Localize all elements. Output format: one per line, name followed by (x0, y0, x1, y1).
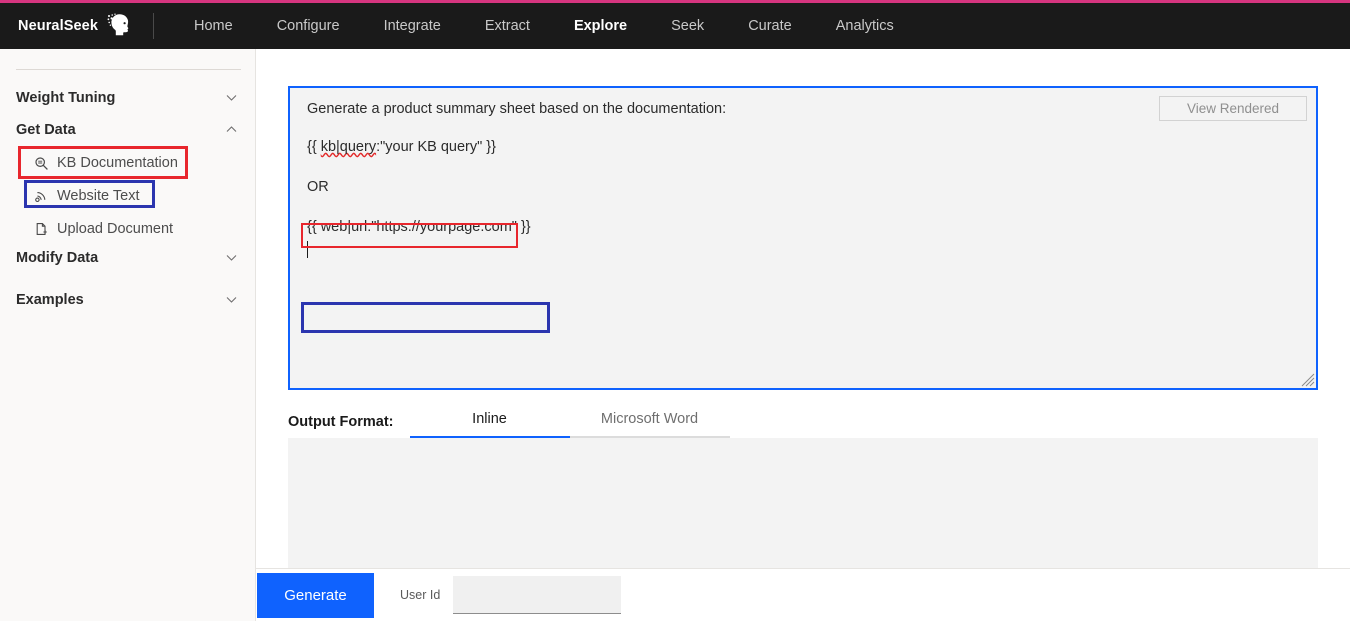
brand-logo-group[interactable]: NeuralSeek (18, 3, 133, 49)
nav-link-analytics[interactable]: Analytics (814, 3, 916, 49)
text-caret (307, 241, 308, 258)
sidebar-group-modify-data[interactable]: Modify Data (0, 242, 255, 274)
nav-link-curate[interactable]: Curate (726, 3, 814, 49)
sidebar-group-label: Weight Tuning (16, 90, 116, 106)
sidebar: Weight Tuning Get Data KB Documentation (0, 49, 256, 621)
document-upload-icon (32, 220, 50, 238)
editor-or-text: OR (307, 179, 329, 195)
sidebar-group-label: Get Data (16, 122, 76, 138)
nav-link-extract[interactable]: Extract (463, 3, 552, 49)
kb-search-icon (32, 154, 50, 172)
resize-handle-icon[interactable] (1301, 373, 1315, 387)
nav-link-integrate[interactable]: Integrate (362, 3, 463, 49)
main-content: Generate a product summary sheet based o… (256, 49, 1350, 621)
chevron-down-icon (226, 294, 237, 305)
view-rendered-button[interactable]: View Rendered (1159, 96, 1307, 121)
sidebar-group-label: Examples (16, 292, 84, 308)
navbar-divider (153, 13, 154, 39)
sidebar-item-upload-document[interactable]: Upload Document (0, 216, 173, 242)
brand-name: NeuralSeek (18, 18, 98, 34)
kb-snippet-suffix: :"your KB query" }} (376, 139, 496, 155)
tab-inline[interactable]: Inline (409, 411, 570, 439)
chevron-down-icon (226, 92, 237, 103)
output-format-label: Output Format: (288, 414, 394, 430)
nav-link-seek[interactable]: Seek (649, 3, 726, 49)
navbar-links: Home Configure Integrate Extract Explore… (172, 3, 916, 49)
sidebar-top-divider (16, 69, 241, 70)
editor-kb-snippet: {{ kb|query:"your KB query" }} (307, 139, 496, 155)
top-navbar: NeuralSeek Home Configure Integrate Extr… (0, 3, 1350, 49)
nav-link-home[interactable]: Home (172, 3, 255, 49)
user-id-label: User Id (400, 588, 441, 602)
tab-microsoft-word[interactable]: Microsoft Word (569, 411, 730, 439)
output-panel (288, 438, 1318, 568)
rss-antenna-icon (32, 187, 50, 205)
bottom-action-bar: Generate User Id (256, 568, 1350, 621)
output-format-tabs: Inline Microsoft Word (409, 411, 730, 439)
chevron-down-icon (226, 252, 237, 263)
kb-snippet-prefix: {{ (307, 139, 321, 155)
sidebar-item-kb-documentation[interactable]: KB Documentation (0, 150, 178, 176)
sidebar-item-label: KB Documentation (57, 155, 178, 171)
chevron-up-icon (226, 124, 237, 135)
editor-web-snippet: {{ web|url:"https://yourpage.com" }} (307, 219, 531, 235)
sidebar-item-website-text[interactable]: Website Text (0, 183, 139, 209)
nav-link-configure[interactable]: Configure (255, 3, 362, 49)
sidebar-item-label: Website Text (57, 188, 140, 204)
kb-snippet-token: kb|query (320, 139, 377, 155)
output-format-row: Output Format: Inline Microsoft Word (288, 404, 1318, 439)
sidebar-group-label: Modify Data (16, 250, 99, 266)
sidebar-item-label: Upload Document (57, 221, 174, 237)
brain-head-icon (107, 12, 133, 41)
nav-link-explore[interactable]: Explore (552, 3, 649, 49)
prompt-editor[interactable]: Generate a product summary sheet based o… (288, 86, 1318, 390)
editor-prompt-line: Generate a product summary sheet based o… (307, 101, 727, 117)
generate-button[interactable]: Generate (257, 572, 374, 618)
sidebar-group-examples[interactable]: Examples (0, 284, 255, 316)
user-id-input[interactable] (453, 576, 622, 614)
sidebar-group-get-data[interactable]: Get Data (0, 114, 255, 146)
sidebar-group-weight-tuning[interactable]: Weight Tuning (0, 82, 255, 114)
